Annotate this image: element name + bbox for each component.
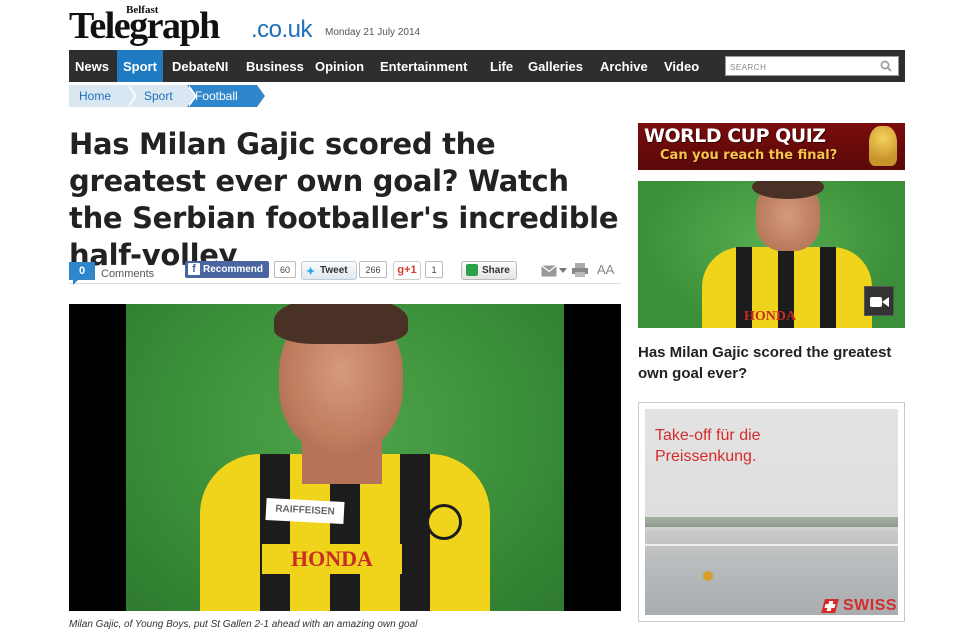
comments-link[interactable]: Comments bbox=[101, 268, 154, 280]
share-bar: 0 Comments f Recommend 60 ✦ Tweet 266 g+… bbox=[69, 258, 621, 285]
breadcrumb-football-label: Football bbox=[195, 89, 238, 103]
ad-headline-line1: Take-off für die bbox=[655, 427, 761, 444]
video-camera-icon[interactable] bbox=[864, 286, 894, 316]
jersey-stripe bbox=[820, 247, 836, 328]
search-input[interactable] bbox=[726, 58, 872, 77]
jersey-stripe bbox=[260, 454, 290, 611]
trophy-icon bbox=[869, 126, 897, 166]
twitter-icon: ✦ bbox=[306, 266, 316, 278]
share-icon bbox=[466, 264, 478, 276]
nav-item-business[interactable]: Business bbox=[240, 50, 310, 82]
search-icon[interactable] bbox=[880, 60, 892, 72]
breadcrumb-arrow bbox=[187, 85, 195, 107]
email-icon[interactable] bbox=[541, 265, 557, 277]
ad-treeline bbox=[645, 517, 898, 527]
ad-runway-line bbox=[645, 544, 898, 546]
nav-item-news[interactable]: News bbox=[69, 50, 115, 82]
nav-item-debateni[interactable]: DebateNI bbox=[166, 50, 234, 82]
breadcrumb-football[interactable]: Football bbox=[187, 85, 265, 107]
jersey-sponsor-honda: HONDA bbox=[262, 544, 402, 574]
swiss-brand-text: SWISS bbox=[843, 597, 898, 614]
breadcrumb-arrow bbox=[127, 85, 135, 107]
breadcrumb-sport-label: Sport bbox=[144, 89, 173, 103]
swiss-advert[interactable]: Take-off für die Preissenkung. SWISS bbox=[638, 402, 905, 622]
world-cup-quiz-banner[interactable]: WORLD CUP QUIZ Can you reach the final? bbox=[638, 123, 905, 170]
thumb-sponsor: HONDA bbox=[744, 309, 797, 324]
video-player[interactable]: RAIFFEISEN HONDA bbox=[69, 304, 621, 611]
logo-domain: .co.uk bbox=[251, 16, 313, 43]
print-icon[interactable] bbox=[572, 263, 588, 277]
ad-headline-line2: Preissenkung. bbox=[655, 448, 757, 465]
video-caption: Milan Gajic, of Young Boys, put St Galle… bbox=[69, 619, 418, 630]
video-frame: RAIFFEISEN HONDA bbox=[126, 304, 564, 611]
share-label: Share bbox=[482, 265, 510, 276]
ad-plane bbox=[703, 571, 713, 581]
ad-headline: Take-off für die Preissenkung. bbox=[655, 425, 761, 467]
recommend-label: Recommend bbox=[203, 264, 264, 275]
share-button[interactable]: Share bbox=[461, 261, 517, 280]
nav-item-opinion[interactable]: Opinion bbox=[309, 50, 370, 82]
recommend-count: 60 bbox=[274, 261, 296, 278]
google-plus-count: 1 bbox=[425, 261, 443, 278]
article-headline: Has Milan Gajic scored the greatest ever… bbox=[69, 127, 619, 272]
facebook-recommend-button[interactable]: f Recommend bbox=[185, 261, 269, 278]
masthead: Belfast Telegraph .co.uk Monday 21 July … bbox=[69, 4, 909, 48]
nav-item-life[interactable]: Life bbox=[484, 50, 519, 82]
swiss-flag-icon bbox=[821, 599, 839, 613]
breadcrumb-home-label: Home bbox=[79, 89, 112, 103]
quiz-subtitle: Can you reach the final? bbox=[660, 148, 838, 163]
club-badge bbox=[426, 504, 462, 540]
chevron-down-icon[interactable] bbox=[559, 268, 567, 274]
related-article-title[interactable]: Has Milan Gajic scored the greatest own … bbox=[638, 342, 905, 384]
nav-item-sport[interactable]: Sport bbox=[117, 50, 163, 82]
facebook-icon: f bbox=[188, 263, 200, 275]
jersey-stripe bbox=[400, 454, 430, 611]
quiz-title: WORLD CUP QUIZ bbox=[644, 125, 826, 147]
nav-item-entertainment[interactable]: Entertainment bbox=[374, 50, 473, 82]
breadcrumb-home[interactable]: Home bbox=[69, 85, 137, 107]
comments-count[interactable]: 0 bbox=[69, 262, 95, 285]
nav-item-galleries[interactable]: Galleries bbox=[522, 50, 589, 82]
font-size-icon[interactable]: AA bbox=[597, 262, 614, 277]
google-plus-button[interactable]: g+1 bbox=[393, 261, 421, 280]
tweet-button[interactable]: ✦ Tweet bbox=[301, 261, 357, 280]
nav-item-video[interactable]: Video bbox=[658, 50, 705, 82]
ad-image: Take-off für die Preissenkung. SWISS bbox=[645, 409, 898, 615]
current-date: Monday 21 July 2014 bbox=[325, 27, 421, 38]
nav-item-archive[interactable]: Archive bbox=[594, 50, 654, 82]
tweet-count: 266 bbox=[359, 261, 387, 278]
player-hair bbox=[274, 304, 408, 344]
search-box bbox=[725, 56, 899, 77]
main-nav: News Sport DebateNI Business Opinion Ent… bbox=[69, 50, 905, 82]
tweet-label: Tweet bbox=[320, 265, 348, 276]
logo-telegraph: Telegraph bbox=[69, 5, 220, 47]
breadcrumb-arrow bbox=[257, 85, 265, 107]
jersey-sponsor-raiffeisen: RAIFFEISEN bbox=[265, 497, 345, 525]
